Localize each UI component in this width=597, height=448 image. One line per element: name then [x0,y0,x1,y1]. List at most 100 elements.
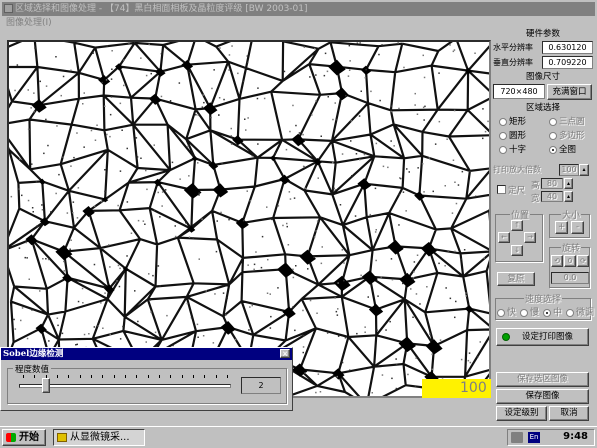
slider-track [19,384,231,388]
move-up-button[interactable]: ↑ [511,220,523,231]
speed-option[interactable]: 快 [497,305,516,318]
height-value[interactable]: 80 [541,178,563,189]
speckle [337,335,340,337]
move-left-button[interactable]: ← [498,232,510,243]
speckle [111,68,113,70]
region-option[interactable]: 圆形 [499,129,549,141]
rotate-zero-button[interactable]: 0 [564,255,576,267]
cancel-button[interactable]: 取消 [549,406,589,421]
speckle [218,114,220,116]
magnify-spin[interactable]: ▴ [579,163,589,176]
save-selection-button[interactable]: 保存选区图像 [496,372,589,387]
speckle [190,316,193,319]
close-icon[interactable]: × [280,349,290,358]
speckle [140,57,142,59]
speckle [378,53,380,56]
speckle [39,80,41,83]
speed-option[interactable]: 微调 [566,305,594,318]
save-image-button[interactable]: 保存图像 [496,389,589,404]
region-option-label: 矩形 [509,117,527,127]
speckle [381,44,383,46]
speckle [421,163,424,165]
set-print-image-button[interactable]: 设定打印图像 [496,328,589,346]
speckle [83,92,85,94]
slider-tick [113,375,115,378]
rotate-ccw-button[interactable]: ⟲ [551,255,563,267]
move-right-button[interactable]: → [524,232,536,243]
speckle [449,297,452,300]
speckle [269,327,272,329]
slider-thumb[interactable] [41,378,50,393]
speckle [315,230,317,232]
volume-icon[interactable] [511,432,523,443]
speckle [385,329,387,331]
start-button[interactable]: 开始 [2,429,46,446]
speckle [380,276,382,278]
speckle [187,145,189,148]
size-minus-button[interactable]: - [571,221,584,234]
region-option[interactable]: 全图 [549,143,597,155]
speckle [150,311,152,313]
speckle [221,162,223,165]
speckle [370,90,372,93]
fill-window-button[interactable]: 充满窗口 [547,83,592,100]
fixed-size-checkbox[interactable] [497,185,506,194]
speckle [314,47,316,50]
speckle [188,236,191,238]
region-option[interactable]: 三点圆 [549,115,597,127]
speckle [166,314,168,317]
speckle [444,185,446,187]
speckle [174,235,177,238]
slider-tick [102,375,104,378]
micrograph-canvas[interactable] [7,40,491,398]
degree-slider[interactable] [13,375,237,397]
speckle [406,168,408,170]
speckle [104,190,106,193]
speckle [324,52,327,55]
speckle [63,270,65,272]
speckle [214,293,216,295]
speckle [283,70,286,73]
size-plus-button[interactable]: + [555,221,568,234]
menu-image-processing[interactable]: 图像处理(I) [6,18,52,28]
move-down-button[interactable]: ↓ [511,245,523,256]
speckle [218,97,221,99]
region-option[interactable]: 多边形 [549,129,597,141]
speckle [326,70,329,73]
magnify-value[interactable]: 100 [559,163,579,176]
slider-tick [227,375,228,378]
speckle [161,191,164,193]
speckle [153,144,155,146]
speed-option[interactable]: 慢 [520,305,539,318]
speckle [390,105,393,107]
reset-position-button[interactable]: 复原 [497,272,535,286]
ime-icon[interactable]: En [528,432,540,443]
speckle [438,72,440,74]
taskbar-app-button[interactable]: 从显微镜采... [53,429,145,446]
rotate-cw-button[interactable]: ⟳ [577,255,589,267]
region-option-label: 三点圆 [559,117,585,127]
speckle [50,211,52,213]
width-spin[interactable]: ▴ [564,191,573,202]
set-grade-button[interactable]: 设定级别 [496,406,547,421]
speckle [70,239,72,241]
speckle [225,314,227,316]
speed-option[interactable]: 中 [543,305,562,318]
speckle [461,170,464,173]
region-option[interactable]: 矩形 [499,115,549,127]
width-value[interactable]: 40 [541,191,563,202]
speckle [101,81,103,84]
dark-phase-spot [425,339,443,355]
speckle [350,120,353,122]
region-options: 矩形 三点圆 圆形 多边形 十字 全图 [493,115,593,155]
speckle [116,280,118,282]
speckle [446,138,448,140]
speckle [298,132,301,134]
region-option[interactable]: 十字 [499,143,549,155]
speckle [31,163,33,165]
speckle [57,324,59,327]
speckle [61,332,64,335]
speckle [451,212,454,214]
speckle [302,346,305,348]
height-spin[interactable]: ▴ [564,178,573,189]
